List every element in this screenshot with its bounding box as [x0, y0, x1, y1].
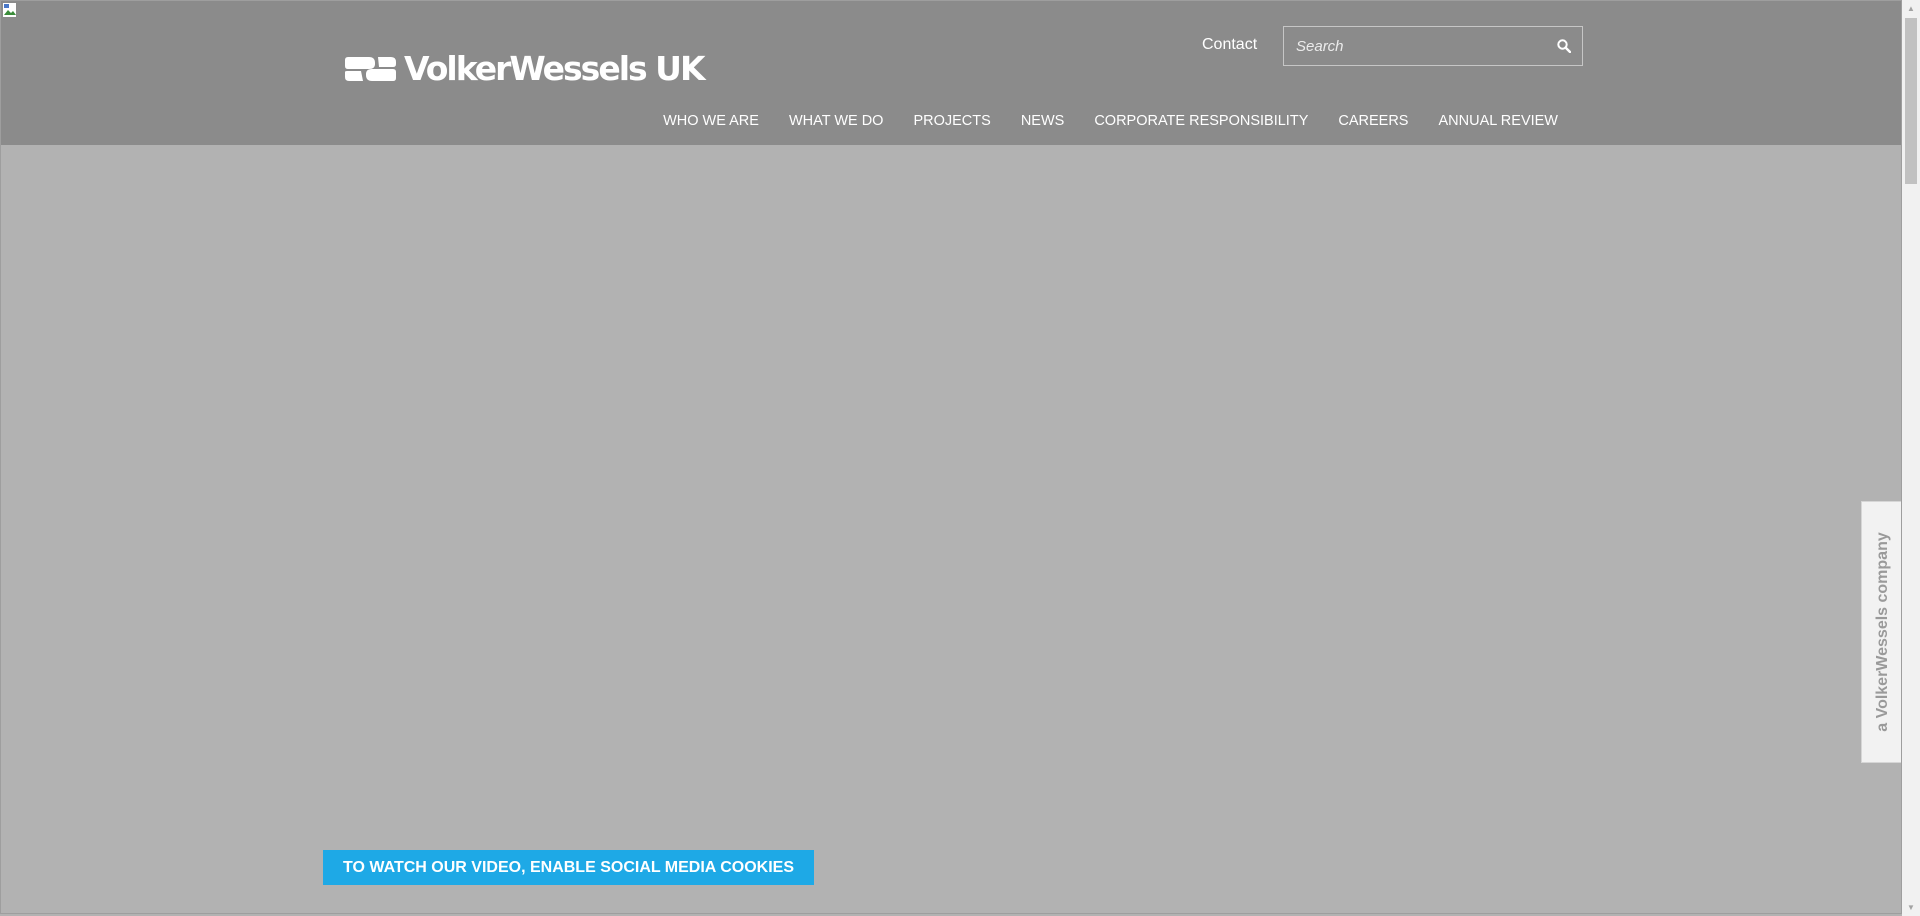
nav-item-what-we-do[interactable]: WHAT WE DO — [774, 111, 899, 131]
nav-item-projects[interactable]: PROJECTS — [898, 111, 1005, 131]
nav-item-news[interactable]: NEWS — [1006, 111, 1080, 131]
logo-mark-icon — [345, 57, 396, 81]
scroll-up-arrow-icon[interactable]: ▲ — [1902, 0, 1920, 17]
nav-item-who-we-are[interactable]: WHO WE ARE — [648, 111, 774, 131]
volkerwessels-company-tab[interactable]: a VolkerWessels company — [1861, 501, 1901, 763]
nav-item-corporate-responsibility[interactable]: CORPORATE RESPONSIBILITY — [1079, 111, 1323, 131]
search-input[interactable] — [1284, 27, 1546, 65]
page-viewport: VolkerWessels UK Contact WHO WE ARE WHAT… — [0, 0, 1902, 914]
enable-cookies-button[interactable]: TO WATCH OUR VIDEO, ENABLE SOCIAL MEDIA … — [323, 850, 814, 885]
scroll-thumb[interactable] — [1905, 18, 1917, 184]
search-box — [1283, 26, 1583, 66]
nav-item-annual-review[interactable]: ANNUAL REVIEW — [1423, 111, 1573, 131]
search-icon — [1557, 39, 1571, 53]
scroll-down-arrow-icon[interactable]: ▼ — [1902, 899, 1920, 916]
search-button[interactable] — [1546, 27, 1582, 65]
main-nav: WHO WE ARE WHAT WE DO PROJECTS NEWS CORP… — [648, 111, 1573, 131]
contact-link[interactable]: Contact — [1202, 35, 1257, 55]
logo-wordmark: VolkerWessels UK — [404, 49, 706, 88]
site-header: VolkerWessels UK Contact WHO WE ARE WHAT… — [1, 1, 1901, 145]
side-tab-label: a VolkerWessels company — [1873, 532, 1891, 732]
broken-image-icon — [2, 2, 18, 18]
vertical-scrollbar[interactable]: ▲ ▼ — [1902, 0, 1920, 916]
nav-item-careers[interactable]: CAREERS — [1323, 111, 1423, 131]
site-logo[interactable]: VolkerWessels UK — [345, 49, 706, 89]
